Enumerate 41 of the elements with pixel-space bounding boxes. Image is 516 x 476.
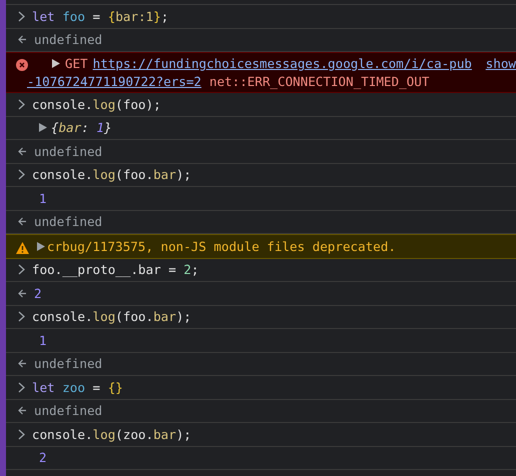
command-text: console.log(foo.bar); bbox=[32, 309, 192, 324]
return-arrow-icon bbox=[18, 406, 27, 416]
warning-text: crbug/1173575, non-JS module files deprecated. bbox=[47, 238, 396, 254]
return-arrow-icon bbox=[18, 146, 27, 156]
return-arrow-icon bbox=[18, 288, 27, 298]
prompt-chevron-icon bbox=[18, 382, 25, 393]
prompt-chevron-icon bbox=[18, 169, 25, 180]
return-value: undefined bbox=[34, 144, 102, 159]
prompt-chevron-icon bbox=[18, 264, 25, 276]
return-arrow-icon bbox=[18, 35, 27, 44]
prompt-chevron-icon bbox=[18, 98, 25, 110]
command-text: let foo = {bar:1}; bbox=[32, 8, 169, 24]
url-link[interactable]: https://fundingchoicesmessages.google.com/i/ca-pub bbox=[92, 56, 472, 71]
prompt-chevron-icon bbox=[18, 311, 25, 322]
error-icon bbox=[16, 59, 28, 71]
prompt-chevron-icon bbox=[18, 428, 25, 440]
return-value: 2 bbox=[34, 286, 42, 301]
source-link[interactable]: show bbox=[478, 56, 516, 71]
return-value: undefined bbox=[34, 356, 102, 372]
log-output: 1 bbox=[39, 332, 47, 348]
object-preview[interactable]: {bar: 1} bbox=[51, 120, 112, 136]
warning-icon bbox=[16, 242, 29, 254]
prompt-chevron-icon bbox=[18, 10, 25, 22]
return-arrow-icon bbox=[18, 359, 27, 368]
return-value: undefined bbox=[34, 403, 102, 418]
command-text: console.log(zoo.bar); bbox=[32, 426, 192, 442]
return-arrow-icon bbox=[18, 217, 27, 226]
command-text: let zoo = {} bbox=[32, 380, 124, 395]
return-value: undefined bbox=[34, 214, 102, 230]
return-value: undefined bbox=[34, 32, 102, 48]
expand-triangle-icon[interactable] bbox=[37, 242, 45, 251]
log-output: 1 bbox=[39, 190, 47, 206]
expand-triangle-icon[interactable] bbox=[52, 59, 60, 68]
command-text: console.log(foo); bbox=[32, 96, 161, 112]
expand-triangle-icon[interactable] bbox=[39, 123, 47, 132]
log-output: 2 bbox=[39, 450, 47, 466]
command-text: console.log(foo.bar); bbox=[32, 167, 192, 182]
url-link[interactable]: -1076724771190722?ers=2 bbox=[27, 74, 202, 89]
http-method: GET bbox=[65, 56, 88, 71]
error-text: net::ERR_CONNECTION_TIMED_OUT bbox=[209, 74, 430, 89]
command-text: foo.__proto__.bar = 2; bbox=[32, 262, 199, 278]
